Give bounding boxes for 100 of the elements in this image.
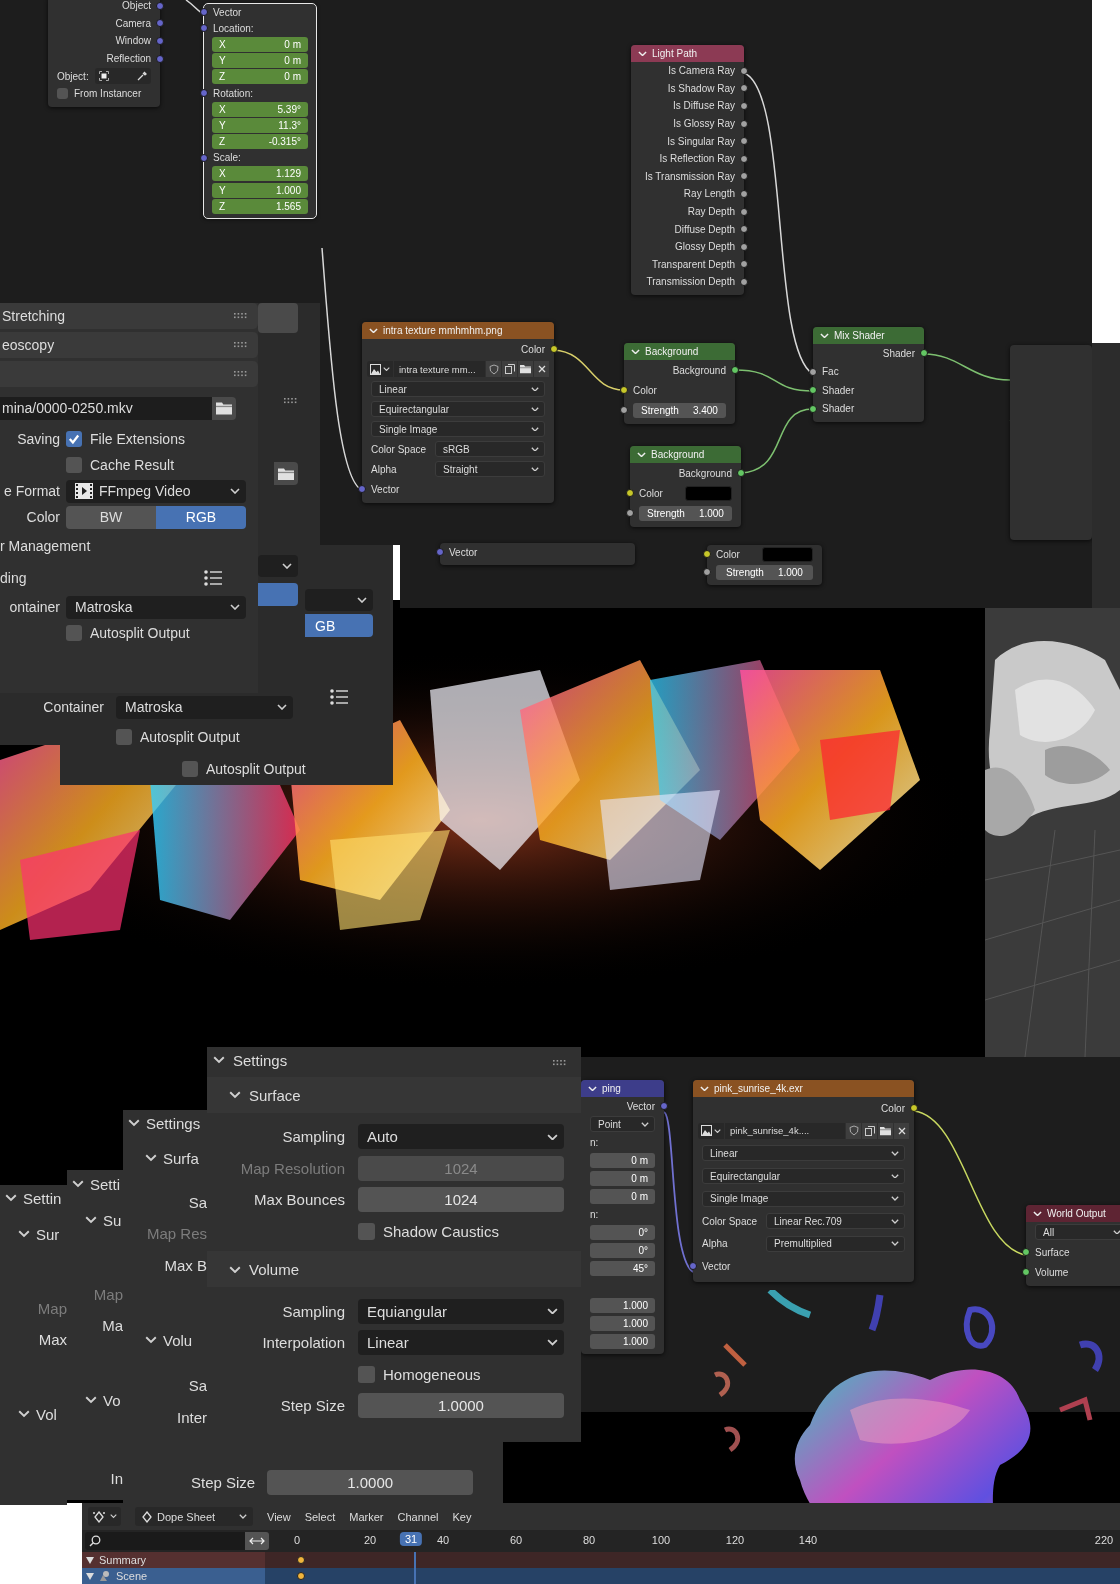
number-field[interactable]: Strength 1.000 (716, 564, 813, 580)
output-path-field[interactable]: mina/0000-0250.mkv (0, 396, 212, 420)
dropdown[interactable]: sRGB (435, 441, 545, 457)
socket-label: Scale: (213, 152, 241, 164)
mode-dropdown[interactable]: Dope Sheet (135, 1507, 253, 1526)
socket-label: Background (678, 467, 732, 479)
property-label: Object: (57, 70, 89, 82)
node-header[interactable]: Background (630, 446, 741, 463)
node-header[interactable]: intra texture mmhmhm.png (362, 322, 554, 339)
dropdown[interactable]: Equirectangular (371, 401, 545, 417)
checkbox-label: Homogeneous (383, 1365, 481, 1383)
panel-header[interactable]: eoscopy (0, 332, 258, 358)
socket-label: Glossy Depth (674, 241, 735, 253)
dropdown[interactable]: Point (590, 1116, 655, 1133)
number-field[interactable]: 1.000 (590, 1315, 655, 1331)
panel-header[interactable]: Stretching (0, 303, 258, 329)
panel-title: Setti (90, 1175, 120, 1193)
dropdown[interactable]: Straight (435, 461, 545, 477)
number-field[interactable]: Strength 3.400 (633, 402, 726, 418)
number-field[interactable]: 0° (590, 1225, 655, 1241)
dropdown[interactable]: Equirectangular (702, 1168, 905, 1185)
vector-field[interactable]: Y 0 m (212, 53, 308, 69)
socket-label: Color (521, 343, 545, 355)
dropdown[interactable]: Linear Rec.709 (766, 1213, 905, 1230)
frame-number: 0 (293, 1534, 301, 1546)
menu-item[interactable]: Key (452, 1510, 472, 1523)
node-header[interactable]: Background (624, 343, 735, 360)
dropdown[interactable]: Single Image (371, 421, 545, 437)
dropdown[interactable]: Premultiplied (766, 1235, 905, 1252)
property-label: Max Bounces (254, 1191, 345, 1209)
image-name-field[interactable]: pink_sunrise_4k.... (725, 1122, 845, 1139)
dropdown[interactable]: Single Image (702, 1190, 905, 1207)
number-field[interactable]: 0° (590, 1243, 655, 1259)
socket-label: Vector (626, 1100, 655, 1112)
menu-item[interactable]: Select (304, 1510, 336, 1523)
vector-field[interactable]: Z 0 m (212, 69, 308, 85)
node-header[interactable]: pink_sunrise_4k.exr (693, 1080, 914, 1097)
socket-label: Vector (213, 6, 242, 18)
property-label: Map Resolution (240, 1159, 345, 1177)
panel-title: Vo (103, 1391, 121, 1409)
dropdown[interactable]: All (1035, 1224, 1120, 1240)
number-field[interactable]: 0 m (590, 1152, 655, 1168)
socket-label: Vector (702, 1260, 731, 1272)
property-label: Color (26, 509, 60, 525)
image-name-field[interactable]: intra texture mm... (394, 361, 485, 377)
channel-row[interactable]: Scene (82, 1568, 1120, 1584)
number-field[interactable]: 1.000 (590, 1333, 655, 1349)
dropdown[interactable]: Equiangular (358, 1298, 564, 1324)
vector-field[interactable]: Z -0.315° (212, 134, 308, 150)
number-field[interactable]: Strength 1.000 (639, 505, 732, 521)
socket-label: Color (639, 487, 664, 499)
socket-label: Is Glossy Ray (673, 118, 735, 130)
vector-field[interactable]: Z 1.565 (212, 198, 308, 214)
menu-item[interactable]: Channel (397, 1510, 439, 1523)
subpanel-header[interactable]: Surface (207, 1077, 581, 1113)
dropdown[interactable]: Linear (358, 1330, 564, 1356)
channel-row[interactable]: Summary (82, 1552, 1120, 1568)
number-field[interactable]: 0 m (590, 1189, 655, 1204)
vector-field[interactable]: X 1.129 (212, 166, 308, 182)
node-header[interactable]: World Output (1026, 1205, 1120, 1222)
frame-number: 100 (651, 1534, 671, 1546)
number-field[interactable]: 0 m (590, 1170, 655, 1186)
menu-item[interactable]: Marker (349, 1510, 384, 1523)
node-title: Background (651, 449, 705, 460)
menu-item[interactable]: View (267, 1510, 291, 1523)
node-title: Mix Shader (834, 330, 885, 341)
socket-label: Diffuse Depth (674, 223, 735, 235)
property-label: Ma (102, 1316, 123, 1334)
number-field[interactable]: 45° (590, 1261, 655, 1277)
vector-field[interactable]: Y 11.3° (212, 117, 308, 133)
panel-title: Volume (249, 1260, 300, 1278)
dropdown[interactable]: Auto (358, 1124, 564, 1150)
node-header[interactable]: Mix Shader (813, 327, 924, 344)
toggle-option[interactable]: BW (66, 505, 156, 529)
socket-label: Volume (1035, 1266, 1069, 1278)
toggle-option[interactable]: RGB (156, 505, 246, 529)
number-field[interactable]: 1.0000 (358, 1393, 564, 1419)
subpanel-header[interactable]: Volume (207, 1251, 581, 1288)
panel-title: Settings (146, 1114, 201, 1132)
socket-label: Vector (371, 483, 400, 495)
panel-title: r Management (0, 538, 92, 554)
number-field[interactable]: 1.0000 (267, 1469, 474, 1495)
socket-label: Window (115, 35, 151, 47)
node-header[interactable]: ping (581, 1080, 664, 1097)
vector-field[interactable]: X 0 m (212, 36, 308, 52)
vector-field[interactable]: X 5.39° (212, 101, 308, 117)
number-field[interactable]: 1024 (358, 1187, 564, 1213)
dropdown[interactable]: Linear (371, 381, 545, 397)
number-field[interactable]: 1.000 (590, 1297, 655, 1313)
property-label: Alpha (371, 463, 398, 475)
property-label: Sa (188, 1193, 207, 1211)
current-frame-indicator[interactable]: 31 (399, 1532, 423, 1546)
node-header[interactable]: Light Path (631, 45, 744, 62)
socket-label: Is Shadow Ray (667, 82, 735, 94)
panel-title: Settin (23, 1189, 62, 1207)
frame-number: 80 (582, 1534, 596, 1546)
dropdown[interactable]: FFmpeg Video (66, 479, 246, 503)
dropdown[interactable]: Linear (702, 1145, 905, 1162)
socket-label: n: (590, 1136, 599, 1148)
vector-field[interactable]: Y 1.000 (212, 182, 308, 198)
